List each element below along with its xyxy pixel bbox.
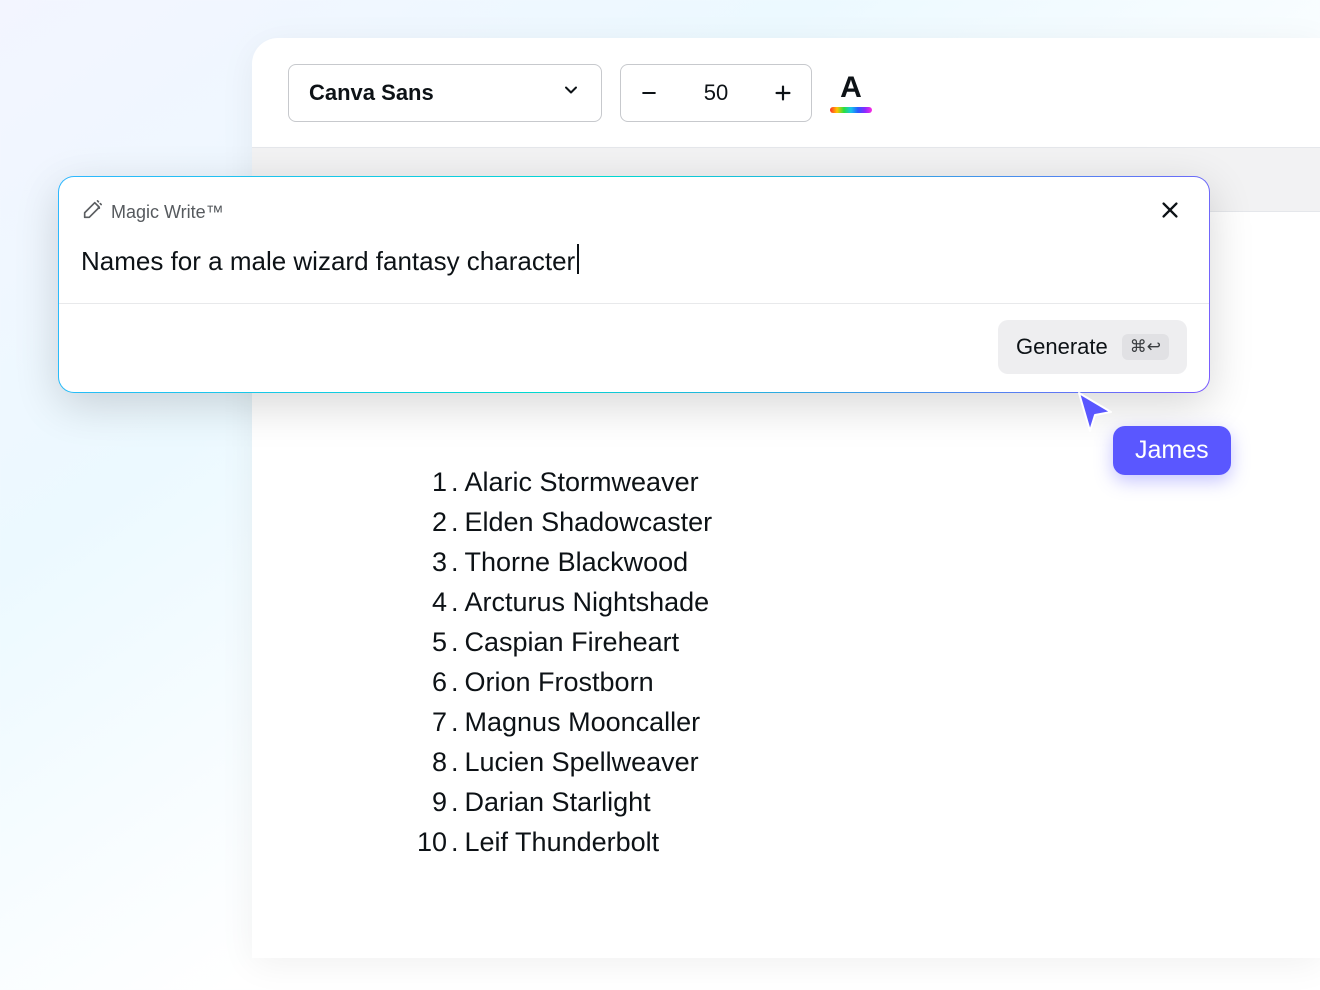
list-item-text: Alaric Stormweaver [465,463,699,503]
magic-write-title-label: Magic Write™ [111,202,224,223]
list-item-text: Lucien Spellweaver [465,743,699,783]
magic-write-panel: Magic Write™ Names for a male wizard fan… [58,176,1210,393]
list-item[interactable]: 2.Elden Shadowcaster [407,503,1307,543]
list-item[interactable]: 10.Leif Thunderbolt [407,823,1307,863]
list-item-text: Darian Starlight [465,783,651,823]
collaborator-label: James [1113,426,1231,475]
text-caret [577,244,579,274]
generated-list: 1.Alaric Stormweaver2.Elden Shadowcaster… [407,463,1307,863]
text-toolbar: Canva Sans 50 A [252,38,1320,148]
list-item[interactable]: 3.Thorne Blackwood [407,543,1307,583]
magic-wand-icon [81,199,103,226]
list-item-text: Arcturus Nightshade [465,583,710,623]
generate-shortcut: ⌘↩ [1122,334,1169,360]
list-item-text: Leif Thunderbolt [465,823,660,863]
magic-write-input[interactable]: Names for a male wizard fantasy characte… [59,236,1209,303]
magic-write-prompt-text: Names for a male wizard fantasy characte… [81,246,575,276]
chevron-down-icon [561,80,581,106]
font-size-value[interactable]: 50 [677,80,755,106]
text-color-button[interactable]: A [830,73,872,113]
list-item-text: Caspian Fireheart [465,623,680,663]
list-item-text: Thorne Blackwood [465,543,689,583]
generate-button-label: Generate [1016,334,1108,360]
close-button[interactable] [1155,195,1185,230]
font-family-value: Canva Sans [309,80,434,106]
font-size-group: 50 [620,64,812,122]
magic-write-title: Magic Write™ [81,199,224,226]
list-item[interactable]: 6.Orion Frostborn [407,663,1307,703]
list-item-text: Elden Shadowcaster [465,503,713,543]
color-spectrum-bar [830,107,872,113]
generate-button[interactable]: Generate ⌘↩ [998,320,1187,374]
increase-size-button[interactable] [755,65,811,121]
text-color-icon: A [840,73,862,103]
list-item[interactable]: 4.Arcturus Nightshade [407,583,1307,623]
list-item-text: Orion Frostborn [465,663,654,703]
list-item-text: Magnus Mooncaller [465,703,701,743]
list-item[interactable]: 7.Magnus Mooncaller [407,703,1307,743]
decrease-size-button[interactable] [621,65,677,121]
list-item[interactable]: 5.Caspian Fireheart [407,623,1307,663]
list-item[interactable]: 9.Darian Starlight [407,783,1307,823]
list-item[interactable]: 8.Lucien Spellweaver [407,743,1307,783]
font-family-select[interactable]: Canva Sans [288,64,602,122]
